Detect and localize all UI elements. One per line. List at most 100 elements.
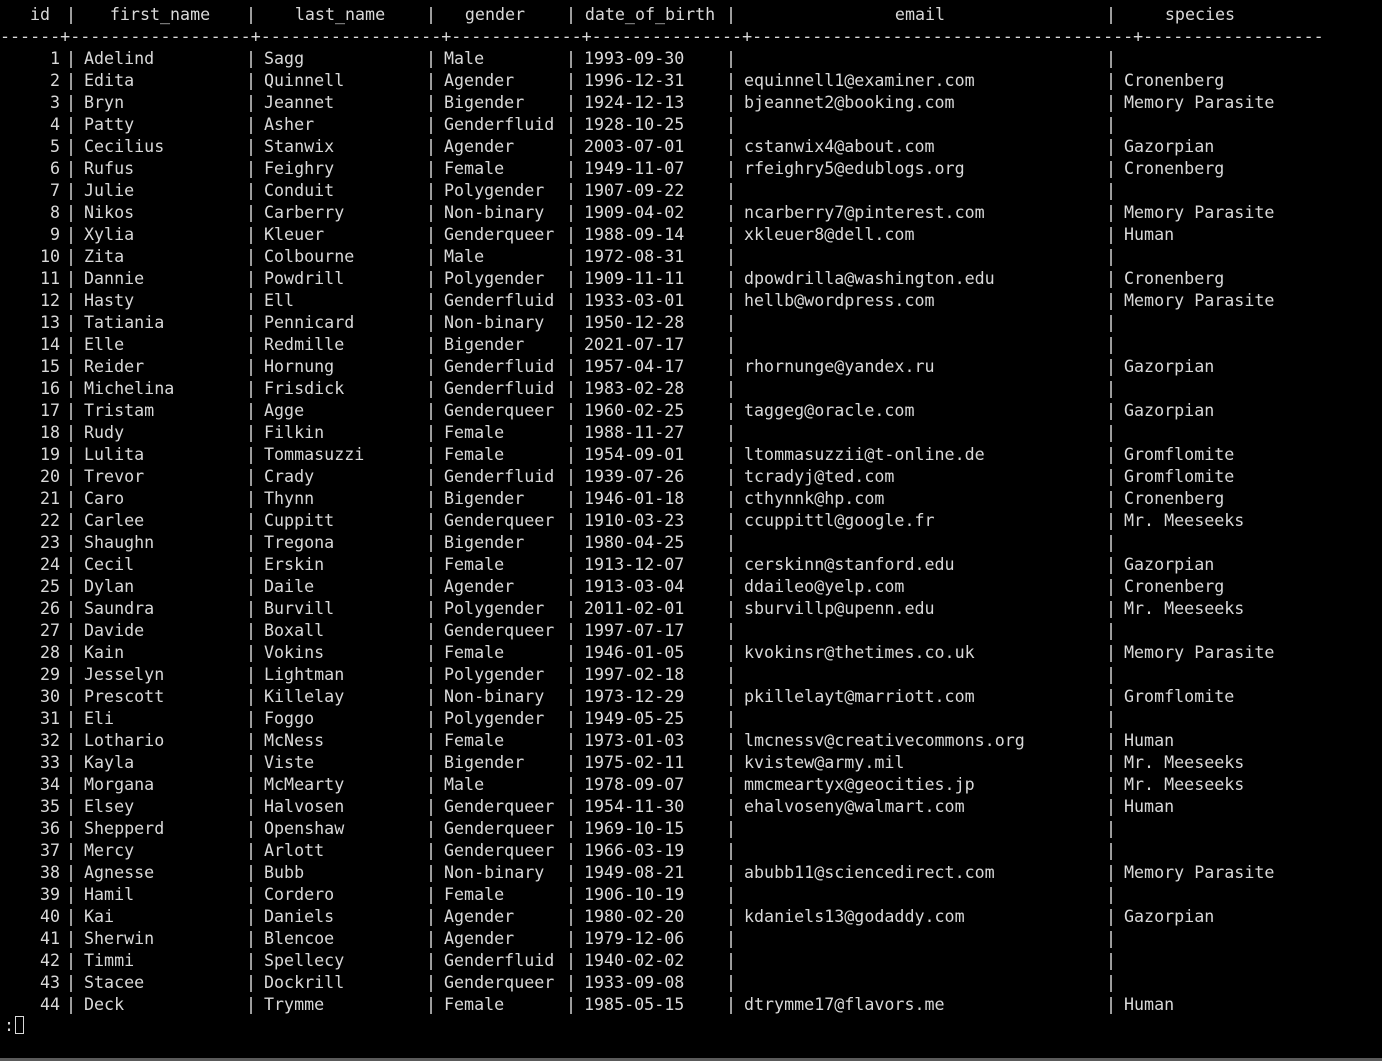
cell-first-name: Stacee: [84, 973, 145, 992]
column-separator: |: [66, 599, 77, 618]
pager-prompt-colon: :: [4, 1016, 15, 1035]
cell-date-of-birth: 1940-02-02: [584, 951, 685, 970]
cell-id: 18: [39, 423, 60, 442]
column-separator: |: [426, 577, 437, 596]
column-separator: |: [1106, 621, 1117, 640]
cell-id: 6: [49, 159, 60, 178]
cell-gender: Bigender: [444, 335, 525, 354]
column-separator: |: [66, 511, 77, 530]
pager-prompt[interactable]: :: [4, 1015, 25, 1037]
column-separator: |: [66, 995, 77, 1014]
column-separator: |: [66, 753, 77, 772]
cell-date-of-birth: 2003-07-01: [584, 137, 685, 156]
column-separator: |: [426, 973, 437, 992]
column-separator: |: [726, 137, 737, 156]
column-separator: |: [726, 5, 737, 24]
column-separator: |: [66, 115, 77, 134]
cell-species: Memory Parasite: [1124, 863, 1275, 882]
cell-first-name: Kai: [84, 907, 115, 926]
cell-date-of-birth: 1979-12-06: [584, 929, 685, 948]
column-separator: |: [246, 489, 257, 508]
cell-date-of-birth: 1913-12-07: [584, 555, 685, 574]
cell-first-name: Shaughn: [84, 533, 155, 552]
cell-id: 38: [39, 863, 60, 882]
column-separator: |: [566, 93, 577, 112]
column-separator: |: [66, 5, 77, 24]
column-separator: |: [246, 533, 257, 552]
column-separator: |: [246, 357, 257, 376]
column-separator: |: [1106, 291, 1117, 310]
column-separator: |: [726, 819, 737, 838]
column-separator: |: [426, 5, 437, 24]
column-separator: |: [246, 71, 257, 90]
column-separator: |: [1106, 643, 1117, 662]
column-separator: |: [566, 291, 577, 310]
cell-id: 11: [39, 269, 60, 288]
cell-date-of-birth: 1946-01-05: [584, 643, 685, 662]
column-separator: |: [66, 181, 77, 200]
cell-last-name: Halvosen: [264, 797, 345, 816]
cell-gender: Male: [444, 775, 485, 794]
column-separator: |: [246, 49, 257, 68]
column-separator: |: [566, 687, 577, 706]
column-separator: |: [726, 643, 737, 662]
column-separator: |: [66, 203, 77, 222]
cell-email: tcradyj@ted.com: [744, 467, 895, 486]
cell-email: ehalvoseny@walmart.com: [744, 797, 965, 816]
cell-date-of-birth: 1950-12-28: [584, 313, 685, 332]
column-separator: |: [426, 643, 437, 662]
column-separator: |: [566, 5, 577, 24]
column-separator: |: [566, 907, 577, 926]
column-separator: |: [426, 863, 437, 882]
column-separator: |: [426, 291, 437, 310]
cell-last-name: Frisdick: [264, 379, 345, 398]
column-separator: |: [1106, 665, 1117, 684]
cell-date-of-birth: 1933-03-01: [584, 291, 685, 310]
cell-email: abubb11@sciencedirect.com: [744, 863, 995, 882]
cell-id: 8: [49, 203, 60, 222]
column-separator: |: [246, 511, 257, 530]
cell-id: 34: [39, 775, 60, 794]
column-separator: |: [1106, 93, 1117, 112]
column-separator: |: [1106, 951, 1117, 970]
column-separator: |: [246, 863, 257, 882]
cell-last-name: Spellecy: [264, 951, 345, 970]
column-separator: |: [426, 423, 437, 442]
column-separator: |: [566, 643, 577, 662]
column-separator: |: [246, 203, 257, 222]
cell-last-name: Tommasuzzi: [264, 445, 365, 464]
cell-first-name: Eli: [84, 709, 115, 728]
column-separator: |: [1106, 203, 1117, 222]
terminal-window[interactable]: id | first_name | last_name | gender | d…: [0, 2, 1382, 1057]
column-header-last-name: last_name: [294, 5, 386, 24]
column-separator: |: [66, 291, 77, 310]
cell-gender: Agender: [444, 929, 515, 948]
column-separator: |: [566, 181, 577, 200]
cell-last-name: McNess: [264, 731, 325, 750]
column-separator: |: [66, 973, 77, 992]
cell-first-name: Jesselyn: [84, 665, 165, 684]
column-separator: |: [1106, 577, 1117, 596]
cell-first-name: Dylan: [84, 577, 135, 596]
column-separator: |: [246, 819, 257, 838]
cell-email: taggeg@oracle.com: [744, 401, 915, 420]
column-separator: |: [66, 709, 77, 728]
column-separator: |: [66, 775, 77, 794]
cell-id: 24: [39, 555, 60, 574]
column-separator: |: [566, 577, 577, 596]
cell-gender: Genderqueer: [444, 401, 555, 420]
column-separator: |: [726, 489, 737, 508]
column-separator: |: [566, 159, 577, 178]
column-separator: |: [246, 929, 257, 948]
cell-last-name: Hornung: [264, 357, 335, 376]
cell-first-name: Dannie: [84, 269, 145, 288]
cell-email: pkillelayt@marriott.com: [744, 687, 975, 706]
cell-last-name: Bubb: [264, 863, 305, 882]
column-separator: |: [566, 49, 577, 68]
cell-last-name: Killelay: [264, 687, 345, 706]
cell-date-of-birth: 1973-12-29: [584, 687, 685, 706]
cell-first-name: Kain: [84, 643, 125, 662]
cell-date-of-birth: 1928-10-25: [584, 115, 685, 134]
column-separator: |: [566, 357, 577, 376]
cell-last-name: Redmille: [264, 335, 345, 354]
